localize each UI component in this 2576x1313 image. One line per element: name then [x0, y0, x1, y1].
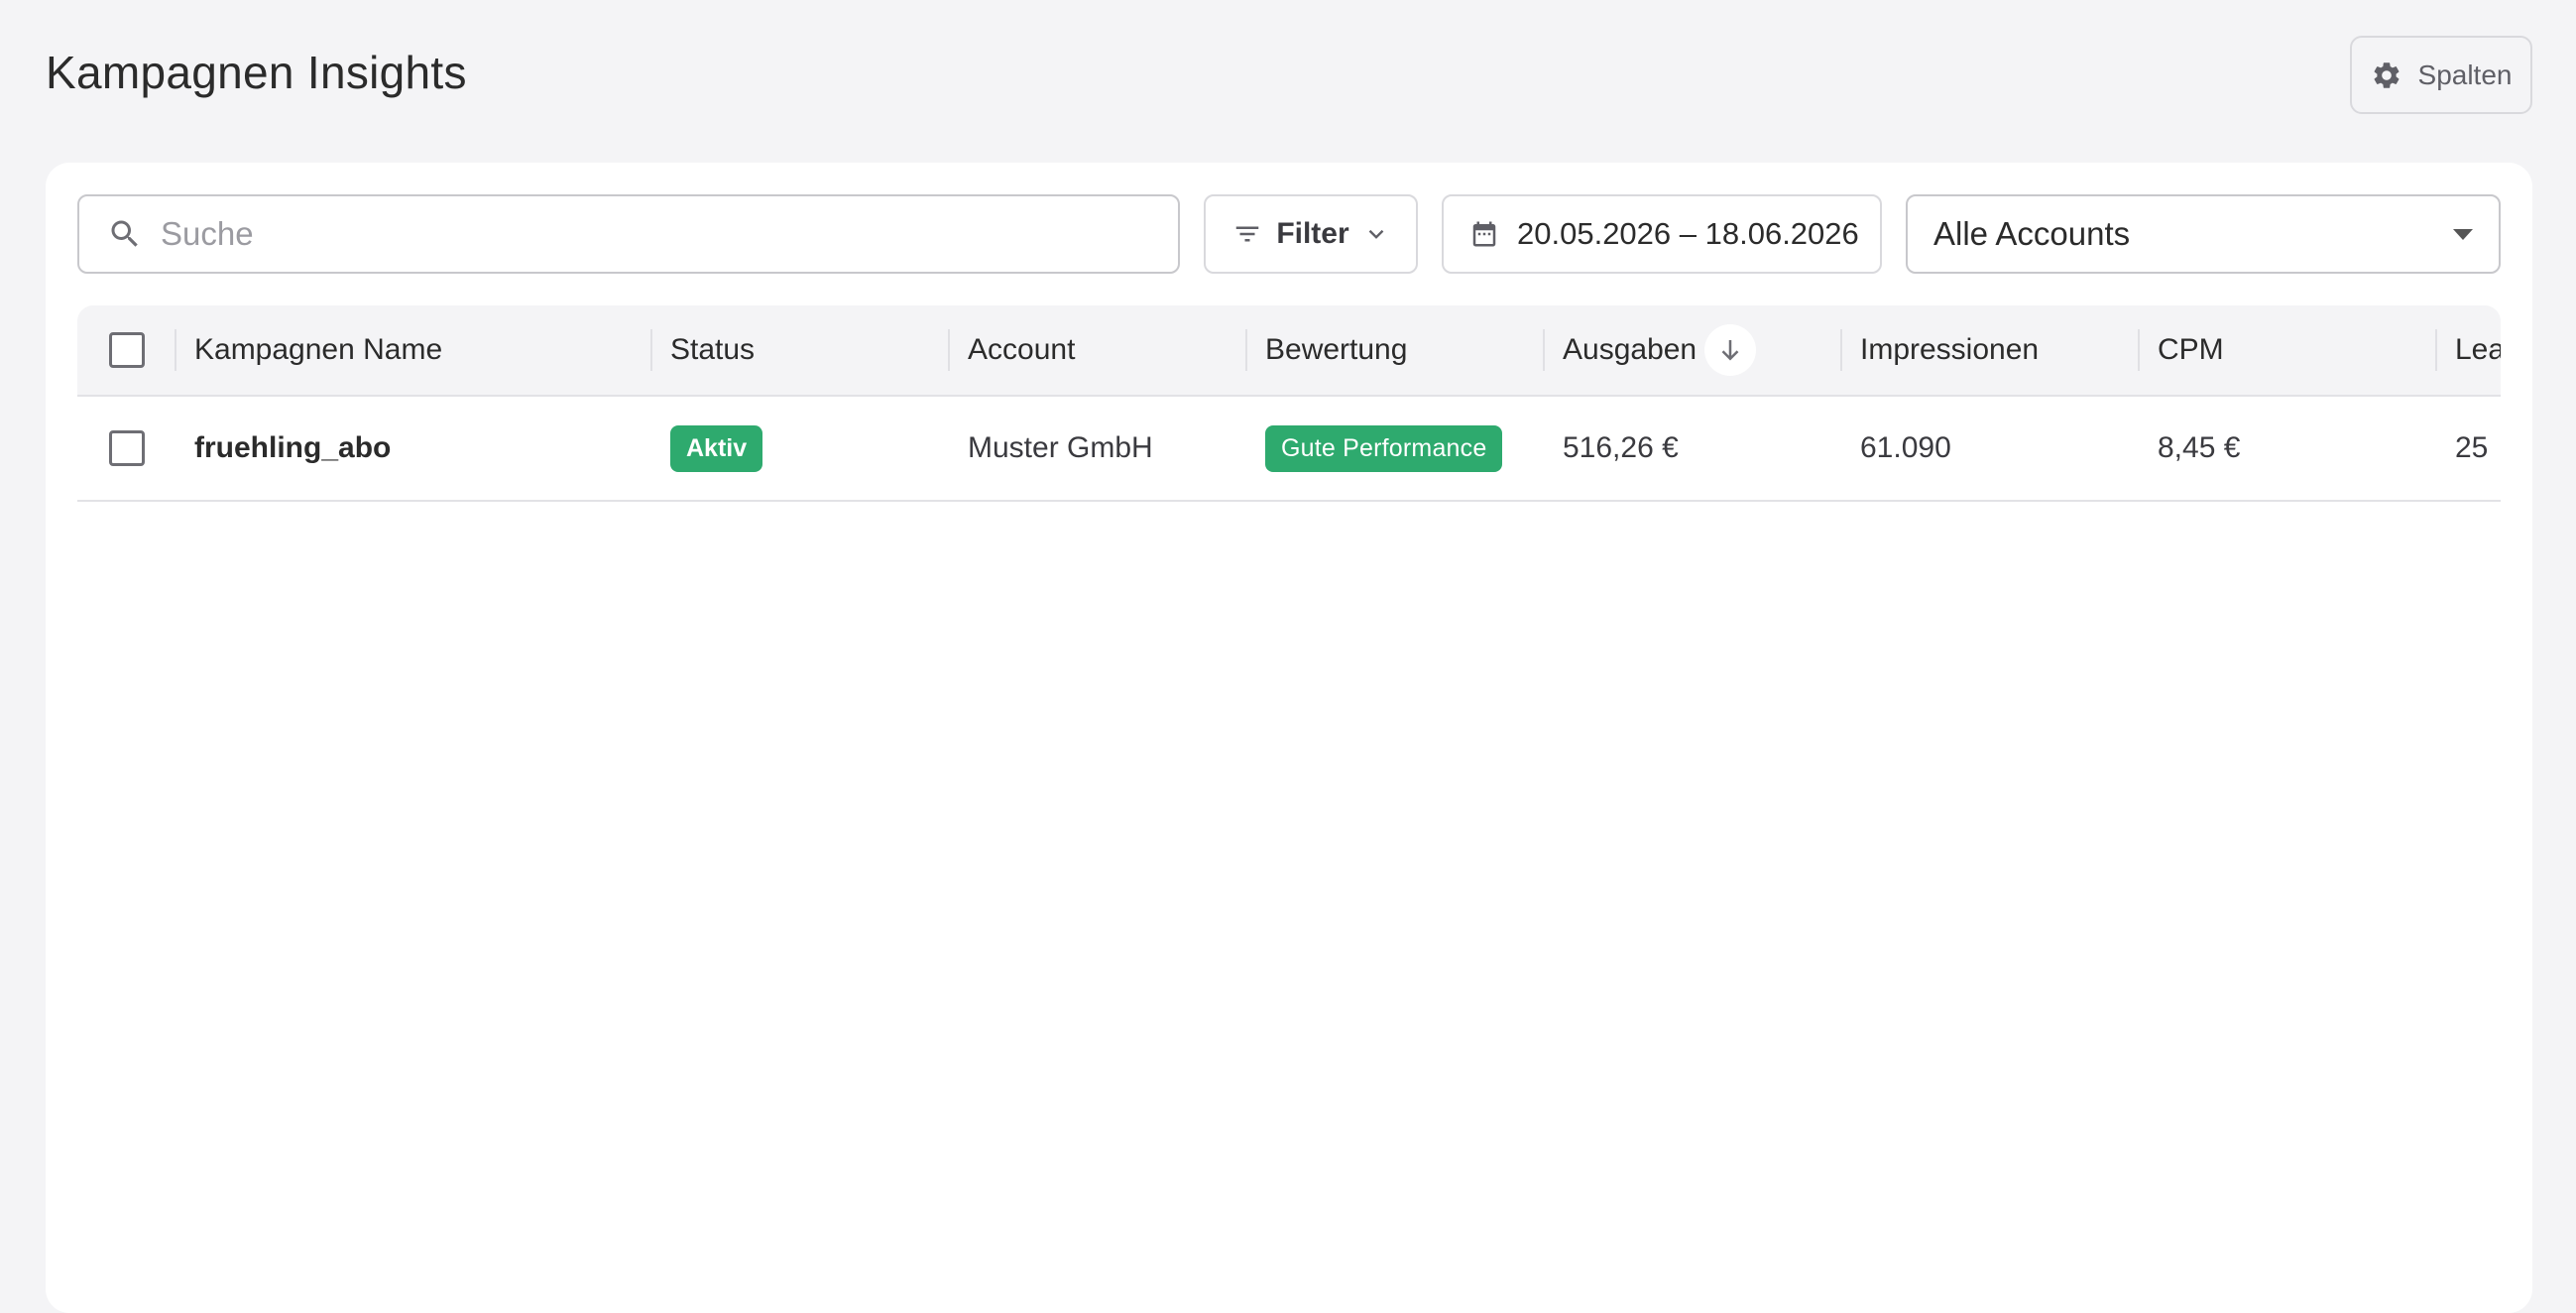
cell-impressions: 61.090 — [1840, 397, 2138, 500]
select-all-checkbox[interactable] — [109, 332, 145, 368]
calendar-icon — [1472, 221, 1496, 247]
toolbar: Filter 20.05.2026 – 18.06.2026 Alle Acco… — [77, 194, 2501, 274]
column-header-spend[interactable]: Ausgaben — [1543, 305, 1840, 395]
cell-status: Aktiv — [650, 397, 948, 500]
row-checkbox[interactable] — [109, 430, 145, 466]
search-box[interactable] — [77, 194, 1180, 274]
table-row[interactable]: fruehling_abo Aktiv Muster GmbH Gute Per… — [77, 397, 2501, 502]
campaign-table: Kampagnen Name Status Account Bewertung … — [77, 305, 2501, 1297]
account-select[interactable]: Alle Accounts — [1906, 194, 2501, 274]
arrow-down-icon — [1721, 340, 1739, 361]
gear-icon — [2374, 61, 2399, 88]
spend-value: 516,26 € — [1563, 431, 1679, 464]
column-separator — [175, 329, 176, 371]
impressions-value: 61.090 — [1860, 431, 1951, 464]
column-header-name[interactable]: Kampagnen Name — [175, 305, 650, 395]
column-header-rating[interactable]: Bewertung — [1245, 305, 1543, 395]
table-header: Kampagnen Name Status Account Bewertung … — [77, 305, 2501, 397]
date-range-value: 20.05.2026 – 18.06.2026 — [1517, 216, 1859, 251]
caret-down-icon — [2453, 228, 2473, 240]
cell-campaign-name: fruehling_abo — [175, 397, 650, 500]
leads-value: 25 — [2455, 431, 2489, 464]
column-header-cpm[interactable]: CPM — [2138, 305, 2435, 395]
account-name: Muster GmbH — [968, 431, 1153, 464]
header-select-all-cell — [109, 305, 145, 395]
column-separator — [948, 329, 950, 371]
column-header-label: CPM — [2158, 333, 2224, 366]
page-title: Kampagnen Insights — [46, 47, 467, 98]
column-header-label: Status — [670, 333, 756, 366]
sort-button[interactable] — [1704, 324, 1757, 376]
column-separator — [650, 329, 652, 371]
column-header-label: Account — [968, 333, 1076, 366]
column-header-label: Bewertung — [1265, 333, 1408, 366]
cell-cpm: 8,45 € — [2138, 397, 2435, 500]
columns-button-label: Spalten — [2417, 59, 2513, 90]
column-separator — [2435, 329, 2437, 371]
column-separator — [1245, 329, 1247, 371]
column-header-label: Kampagnen Name — [194, 333, 443, 366]
search-icon — [111, 220, 138, 247]
cell-account: Muster GmbH — [948, 397, 1245, 500]
column-separator — [1840, 329, 1842, 371]
row-select-cell — [109, 397, 145, 500]
columns-button[interactable]: Spalten — [2350, 36, 2532, 114]
cell-leads: 25 — [2435, 397, 2501, 500]
column-header-label: Impressionen — [1860, 333, 2040, 366]
page-header: Kampagnen Insights Spalten — [0, 0, 2576, 149]
column-header-account[interactable]: Account — [948, 305, 1245, 395]
column-header-label: Ausgaben — [1563, 333, 1698, 366]
column-separator — [1543, 329, 1545, 371]
column-header-impressions[interactable]: Impressionen — [1840, 305, 2138, 395]
status-badge: Aktiv — [670, 424, 763, 472]
cpm-value: 8,45 € — [2158, 431, 2241, 464]
date-range-picker[interactable]: 20.05.2026 – 18.06.2026 — [1442, 194, 1882, 274]
insights-card: Filter 20.05.2026 – 18.06.2026 Alle Acco… — [46, 163, 2532, 1313]
column-header-label: Lea — [2455, 333, 2501, 366]
rating-badge: Gute Performance — [1265, 424, 1503, 472]
chevron-down-icon — [1368, 229, 1384, 239]
column-header-leads[interactable]: Lea — [2435, 305, 2501, 395]
cell-spend: 516,26 € — [1543, 397, 1840, 500]
search-input[interactable] — [161, 215, 1112, 253]
column-separator — [2138, 329, 2140, 371]
cell-rating: Gute Performance — [1245, 397, 1543, 500]
campaign-name[interactable]: fruehling_abo — [175, 431, 391, 465]
filter-label: Filter — [1276, 217, 1349, 250]
filter-lines-icon — [1236, 226, 1259, 242]
column-header-status[interactable]: Status — [650, 305, 948, 395]
account-select-value: Alle Accounts — [1933, 215, 2131, 252]
filter-button[interactable]: Filter — [1204, 194, 1418, 274]
